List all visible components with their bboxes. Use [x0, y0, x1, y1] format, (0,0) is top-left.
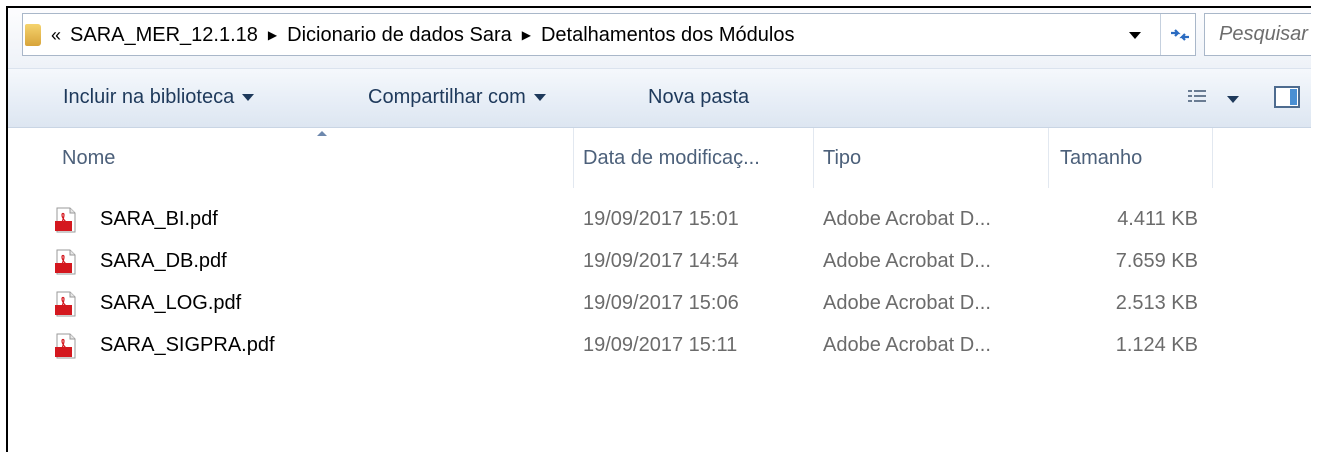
- chevron-down-icon: [242, 94, 255, 101]
- breadcrumb-separator-icon[interactable]: ▶: [522, 28, 531, 42]
- file-modified: 19/09/2017 15:06: [583, 292, 739, 314]
- file-type: Adobe Acrobat D...: [823, 208, 991, 230]
- file-row[interactable]: SARA_SIGPRA.pdf 19/09/2017 15:11 Adobe A…: [8, 324, 1311, 366]
- breadcrumb: « SARA_MER_12.1.18 ▶ Dicionario de dados…: [51, 21, 794, 49]
- change-view-icon[interactable]: [1188, 89, 1206, 105]
- breadcrumb-item-dicionario[interactable]: Dicionario de dados Sara: [287, 24, 512, 47]
- sort-ascending-icon: [317, 131, 327, 136]
- file-name: SARA_LOG.pdf: [100, 292, 242, 314]
- breadcrumb-item-detalhamentos[interactable]: Detalhamentos dos Módulos: [541, 24, 794, 47]
- file-type: Adobe Acrobat D...: [823, 334, 991, 356]
- search-input[interactable]: Pesquisar: [1204, 13, 1311, 56]
- column-header-name[interactable]: Nome: [62, 147, 115, 170]
- chevron-down-icon: [533, 94, 546, 101]
- share-with-label: Compartilhar com: [368, 86, 526, 108]
- include-in-library-label: Incluir na biblioteca: [63, 86, 235, 108]
- address-bar[interactable]: « SARA_MER_12.1.18 ▶ Dicionario de dados…: [22, 13, 1196, 56]
- file-name: SARA_SIGPRA.pdf: [100, 334, 275, 356]
- column-header-modified[interactable]: Data de modificaç...: [583, 147, 760, 170]
- file-size: 1.124 KB: [1115, 334, 1198, 356]
- file-size: 2.513 KB: [1115, 292, 1198, 314]
- pdf-icon: [55, 333, 76, 359]
- new-folder-button[interactable]: Nova pasta: [648, 86, 749, 109]
- refresh-button[interactable]: [1160, 14, 1198, 55]
- command-bar: Incluir na biblioteca Compartilhar com N…: [8, 68, 1311, 128]
- file-modified: 19/09/2017 15:11: [583, 334, 738, 356]
- file-name: SARA_BI.pdf: [100, 208, 218, 230]
- pdf-icon: [55, 291, 76, 317]
- file-size: 7.659 KB: [1115, 250, 1198, 272]
- file-row[interactable]: SARA_LOG.pdf 19/09/2017 15:06 Adobe Acro…: [8, 282, 1311, 324]
- view-options-chevron-down-icon[interactable]: [1227, 96, 1239, 103]
- preview-pane-icon[interactable]: [1274, 86, 1300, 108]
- include-in-library-button[interactable]: Incluir na biblioteca: [63, 86, 255, 109]
- file-list: SARA_BI.pdf 19/09/2017 15:01 Adobe Acrob…: [8, 198, 1311, 366]
- overflow-chevron-icon[interactable]: «: [51, 25, 61, 46]
- file-modified: 19/09/2017 15:01: [583, 208, 739, 230]
- column-divider[interactable]: [1048, 128, 1049, 188]
- address-history-dropdown-icon[interactable]: [1127, 27, 1143, 43]
- column-divider[interactable]: [813, 128, 814, 188]
- pdf-icon: [55, 249, 76, 275]
- breadcrumb-item-sara-mer[interactable]: SARA_MER_12.1.18: [70, 24, 258, 47]
- refresh-icon: [1170, 28, 1189, 41]
- share-with-button[interactable]: Compartilhar com: [368, 86, 546, 109]
- file-row[interactable]: SARA_BI.pdf 19/09/2017 15:01 Adobe Acrob…: [8, 198, 1311, 240]
- search-placeholder: Pesquisar: [1219, 23, 1308, 45]
- column-header-size[interactable]: Tamanho: [1060, 147, 1142, 170]
- new-folder-label: Nova pasta: [648, 86, 750, 108]
- file-type: Adobe Acrobat D...: [823, 250, 991, 272]
- column-divider[interactable]: [1212, 128, 1213, 188]
- column-header-type[interactable]: Tipo: [823, 147, 861, 170]
- column-header-row: Nome Data de modificaç... Tipo Tamanho: [8, 128, 1311, 188]
- pdf-icon: [55, 207, 76, 233]
- file-size: 4.411 KB: [1117, 208, 1198, 230]
- address-bar-area: « SARA_MER_12.1.18 ▶ Dicionario de dados…: [8, 8, 1311, 68]
- column-divider[interactable]: [573, 128, 574, 188]
- explorer-window: « SARA_MER_12.1.18 ▶ Dicionario de dados…: [6, 6, 1311, 452]
- file-row[interactable]: SARA_DB.pdf 19/09/2017 14:54 Adobe Acrob…: [8, 240, 1311, 282]
- folder-icon: [25, 24, 41, 46]
- file-name: SARA_DB.pdf: [100, 250, 227, 272]
- file-modified: 19/09/2017 14:54: [583, 250, 739, 272]
- file-type: Adobe Acrobat D...: [823, 292, 991, 314]
- breadcrumb-separator-icon[interactable]: ▶: [268, 28, 277, 42]
